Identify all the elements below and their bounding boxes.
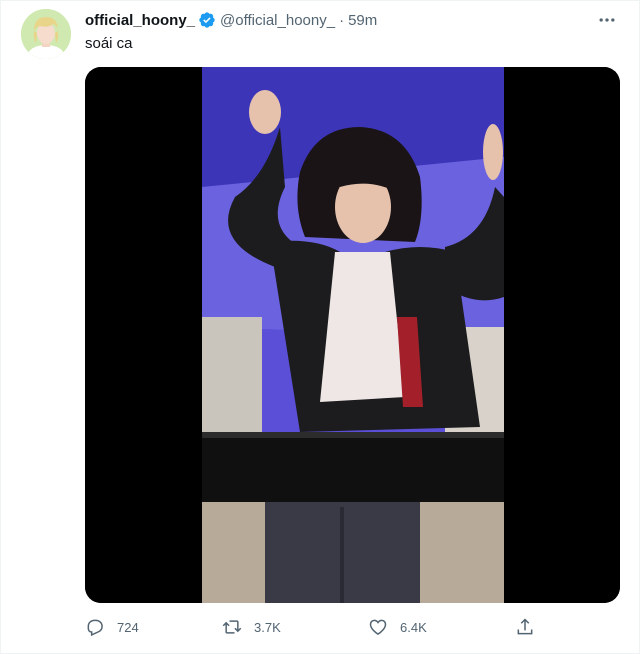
display-name[interactable]: official_hoony_ bbox=[85, 12, 195, 29]
separator-dot: · bbox=[339, 11, 345, 29]
action-bar: 724 3.7K 6.4K bbox=[85, 615, 545, 639]
tweet-text: soái ca bbox=[85, 35, 133, 52]
retweet-button[interactable]: 3.7K bbox=[222, 615, 281, 639]
share-icon bbox=[517, 618, 533, 635]
handle[interactable]: @official_hoony_ bbox=[220, 12, 335, 29]
video-player[interactable] bbox=[85, 67, 620, 603]
reply-count: 724 bbox=[117, 619, 139, 635]
reply-button[interactable]: 724 bbox=[85, 615, 139, 639]
timestamp[interactable]: 59m bbox=[348, 12, 377, 29]
tweet-card[interactable]: official_hoony_ @official_hoony_ · 59m s… bbox=[0, 0, 640, 654]
reply-icon bbox=[87, 619, 103, 637]
heart-icon bbox=[369, 619, 387, 635]
share-button[interactable] bbox=[515, 615, 535, 639]
like-count: 6.4K bbox=[400, 619, 427, 635]
retweet-icon bbox=[222, 620, 242, 634]
more-icon[interactable] bbox=[595, 9, 619, 31]
retweet-count: 3.7K bbox=[254, 619, 281, 635]
tweet-header: official_hoony_ @official_hoony_ · 59m bbox=[85, 9, 377, 31]
avatar[interactable] bbox=[21, 9, 71, 59]
like-button[interactable]: 6.4K bbox=[368, 615, 427, 639]
verified-badge-icon bbox=[198, 11, 216, 29]
video-frame bbox=[85, 67, 620, 603]
